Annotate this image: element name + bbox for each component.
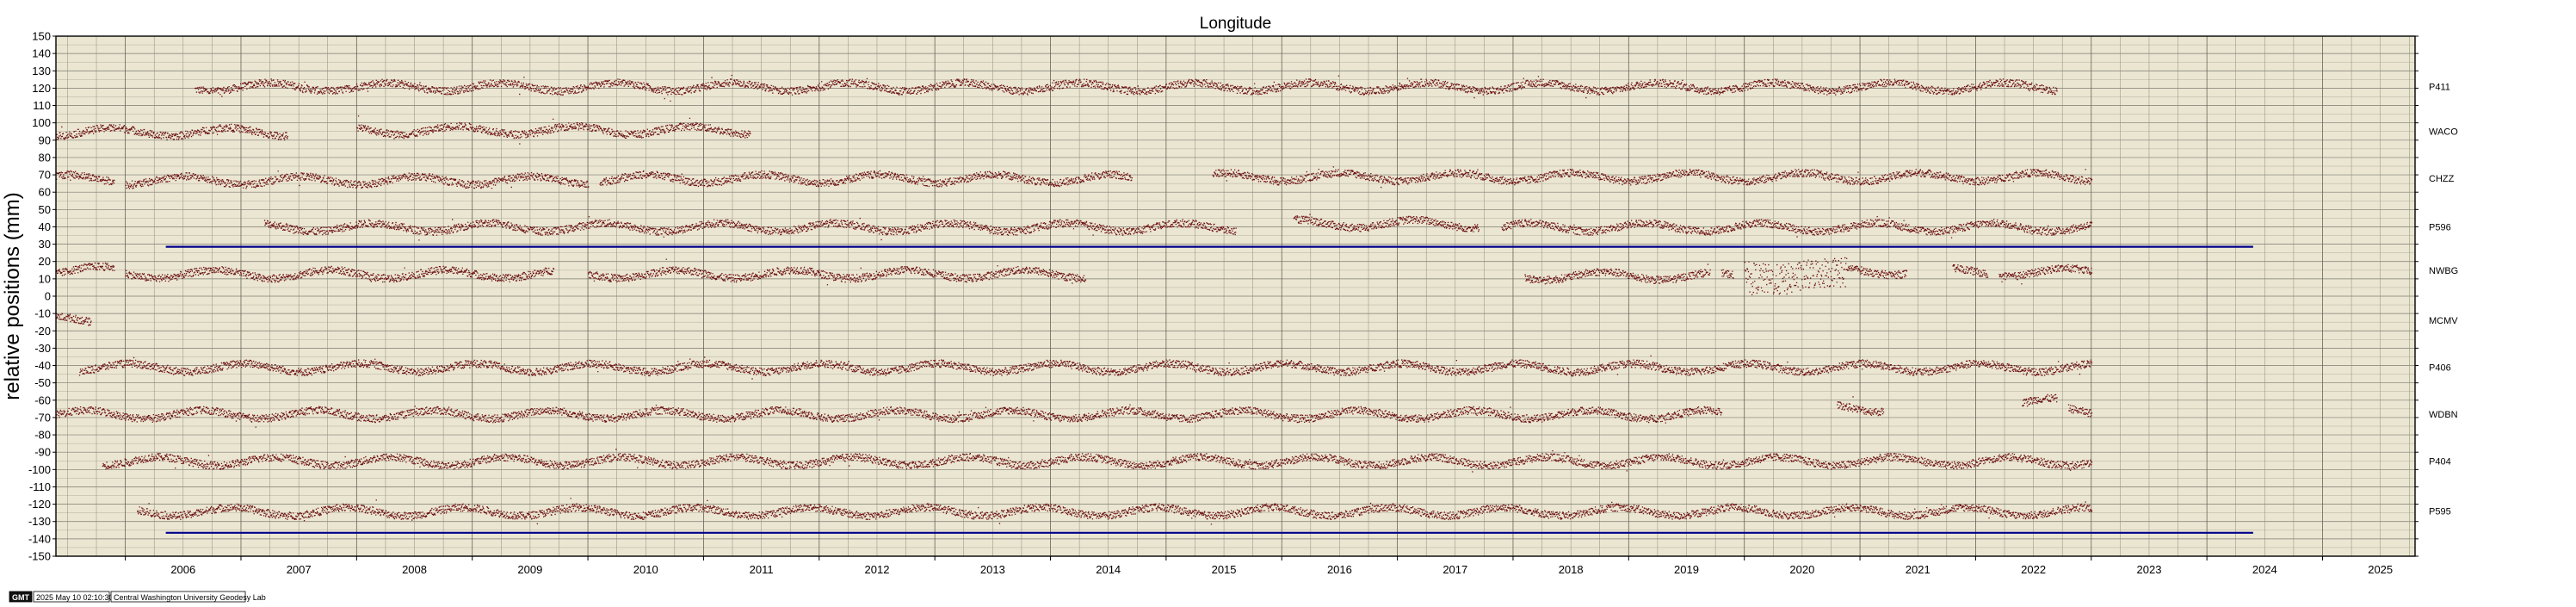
y-tick-label: 0 bbox=[45, 290, 51, 303]
x-tick-label: 2019 bbox=[1674, 563, 1699, 576]
station-label-p411: P411 bbox=[2429, 82, 2450, 92]
footer: GMT 2025 May 10 02:10:30 Central Washing… bbox=[9, 591, 266, 603]
y-axis-label: relative positions (mm) bbox=[1, 192, 24, 400]
station-label-nwbg: NWBG bbox=[2429, 266, 2458, 276]
y-tick-label: 100 bbox=[32, 116, 51, 129]
x-tick-label: 2024 bbox=[2252, 563, 2277, 576]
x-tick-label: 2007 bbox=[287, 563, 312, 576]
y-tick-label: -20 bbox=[34, 325, 51, 338]
y-tick-label: 20 bbox=[39, 255, 51, 268]
station-label-p404: P404 bbox=[2429, 456, 2451, 467]
station-label-p595: P595 bbox=[2429, 507, 2451, 517]
y-tick-label: -110 bbox=[29, 480, 51, 493]
x-tick-label: 2011 bbox=[750, 563, 774, 576]
station-label-mcmv: MCMV bbox=[2429, 316, 2458, 326]
x-tick-label: 2008 bbox=[402, 563, 427, 576]
y-tick-label: -50 bbox=[34, 376, 51, 389]
gmt-logo-text: GMT bbox=[12, 593, 29, 602]
chart-title: Longitude bbox=[1200, 15, 1271, 33]
x-tick-label: 2006 bbox=[170, 563, 195, 576]
longitude-chart: 1501401301201101009080706050403020100-10… bbox=[1, 15, 2458, 603]
x-tick-label: 2017 bbox=[1442, 563, 1467, 576]
y-tick-label: 110 bbox=[33, 99, 51, 112]
x-tick-label: 2014 bbox=[1096, 563, 1121, 576]
station-label-chzz: CHZZ bbox=[2429, 174, 2455, 184]
x-tick-label: 2015 bbox=[1212, 563, 1237, 576]
y-tick-label: 10 bbox=[39, 272, 51, 285]
y-tick-label: 150 bbox=[32, 30, 51, 43]
x-tick-label: 2010 bbox=[633, 563, 658, 576]
x-tick-label: 2009 bbox=[517, 563, 542, 576]
station-label-p596: P596 bbox=[2429, 222, 2451, 232]
x-tick-label: 2018 bbox=[1559, 563, 1584, 576]
y-tick-label: -150 bbox=[28, 550, 51, 563]
y-tick-label: -40 bbox=[34, 359, 51, 372]
x-tick-label: 2020 bbox=[1789, 563, 1814, 576]
y-tick-label: 40 bbox=[39, 220, 51, 233]
station-label-p406: P406 bbox=[2429, 363, 2451, 374]
y-tick-label: -100 bbox=[28, 463, 51, 476]
y-tick-label: -90 bbox=[34, 446, 51, 459]
credit-text: Central Washington University Geodesy La… bbox=[114, 593, 266, 602]
y-tick-label: 70 bbox=[39, 169, 51, 182]
y-tick-label: -130 bbox=[28, 515, 51, 528]
y-tick-label: 80 bbox=[39, 151, 51, 164]
y-tick-label: -10 bbox=[34, 307, 51, 320]
station-label-wdbn: WDBN bbox=[2429, 410, 2458, 420]
y-tick-label: -30 bbox=[34, 342, 51, 355]
y-tick-label: 90 bbox=[39, 133, 51, 146]
y-tick-label: 140 bbox=[32, 47, 51, 60]
y-tick-label: 60 bbox=[39, 186, 51, 199]
y-tick-label: -70 bbox=[34, 411, 51, 424]
y-tick-label: 30 bbox=[39, 238, 51, 251]
x-tick-label: 2022 bbox=[2021, 563, 2046, 576]
station-label-waco: WACO bbox=[2429, 127, 2458, 138]
x-tick-label: 2023 bbox=[2137, 563, 2162, 576]
y-tick-label: -80 bbox=[34, 429, 51, 442]
y-tick-label: 130 bbox=[32, 65, 51, 77]
x-tick-label: 2013 bbox=[980, 563, 1005, 576]
timestamp-text: 2025 May 10 02:10:30 bbox=[36, 593, 114, 602]
x-tick-label: 2025 bbox=[2368, 563, 2393, 576]
y-tick-label: -60 bbox=[34, 393, 51, 406]
x-tick-label: 2016 bbox=[1327, 563, 1352, 576]
y-tick-label: -140 bbox=[28, 532, 51, 545]
x-tick-label: 2021 bbox=[1906, 563, 1930, 576]
y-tick-label: 50 bbox=[39, 203, 51, 216]
grid-lines bbox=[56, 36, 2415, 556]
station-labels: P411 WACO CHZZ P596 NWBG MCMV P406 WDBN P404 P595 bbox=[2429, 82, 2458, 517]
x-tick-labels: 2006 2007 2008 2009 2010 2011 2012 2013 2014 2015… bbox=[125, 556, 2393, 576]
y-tick-label: -120 bbox=[28, 498, 51, 511]
y-tick-label: 120 bbox=[32, 82, 51, 95]
x-tick-label: 2012 bbox=[865, 563, 890, 576]
